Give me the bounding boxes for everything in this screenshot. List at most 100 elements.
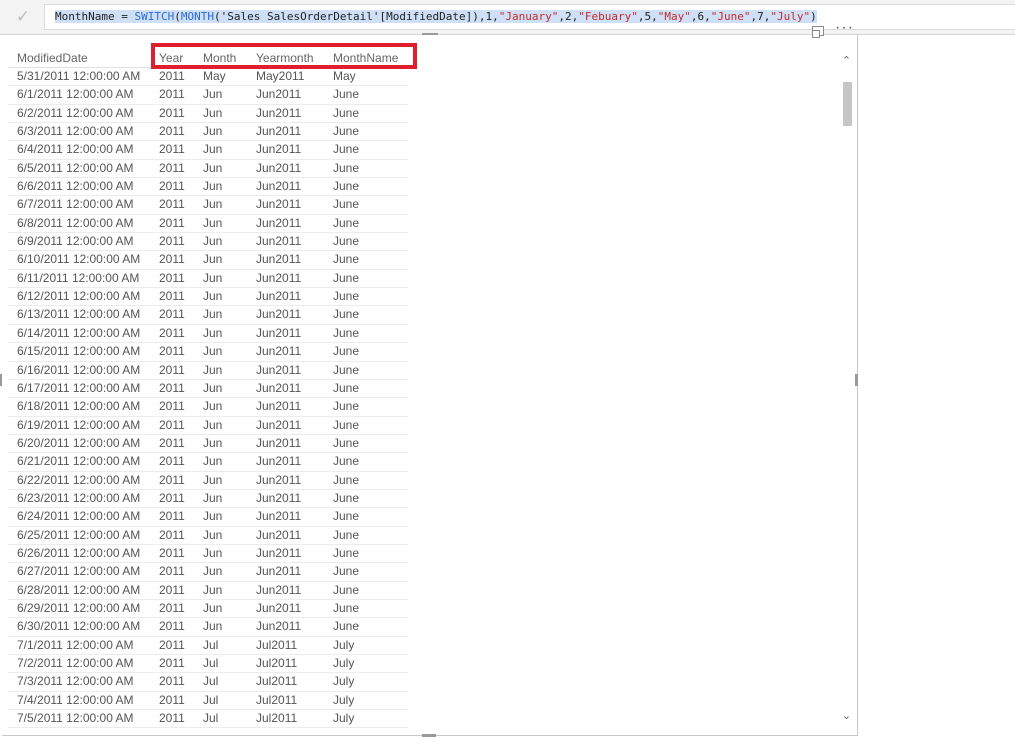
table-row[interactable]: 6/1/2011 12:00:00 AM 2011 Jun Jun2011 June: [8, 86, 408, 105]
table-row[interactable]: 6/19/2011 12:00:00 AM 2011 Jun Jun2011 June: [8, 417, 408, 435]
cell-modifieddate: 6/18/2011 12:00:00 AM: [17, 399, 141, 414]
formula-token: MonthName =: [55, 10, 135, 23]
cell-modifieddate: 6/22/2011 12:00:00 AM: [17, 472, 141, 487]
formula-selection: MonthName = SWITCH(MONTH('Sales SalesOrd…: [55, 10, 817, 23]
table-row[interactable]: 6/21/2011 12:00:00 AM 2011 Jun Jun2011 June: [8, 453, 408, 472]
cell-year: 2011: [159, 564, 185, 579]
table-row[interactable]: 6/22/2011 12:00:00 AM 2011 Jun Jun2011 June: [8, 472, 408, 490]
formula-token: ,6,: [690, 10, 711, 23]
table-row[interactable]: 6/27/2011 12:00:00 AM 2011 Jun Jun2011 June: [8, 563, 408, 582]
cell-modifieddate: 6/11/2011 12:00:00 AM: [17, 270, 140, 285]
cell-year: 2011: [159, 711, 185, 726]
table-row[interactable]: 6/12/2011 12:00:00 AM 2011 Jun Jun2011 June: [8, 288, 408, 307]
table-row[interactable]: 6/8/2011 12:00:00 AM 2011 Jun Jun2011 June: [8, 215, 408, 234]
cell-yearmonth: May2011: [256, 69, 305, 83]
table-row[interactable]: 6/25/2011 12:00:00 AM 2011 Jun Jun2011 June: [8, 527, 408, 545]
cell-monthname: June: [333, 417, 360, 432]
commit-formula-check-icon[interactable]: ✓: [8, 6, 38, 28]
table-row[interactable]: 6/23/2011 12:00:00 AM 2011 Jun Jun2011 June: [8, 490, 408, 509]
table-row[interactable]: 6/18/2011 12:00:00 AM 2011 Jun Jun2011 June: [8, 398, 408, 417]
cell-yearmonth: Jun2011: [256, 252, 302, 267]
vertical-scrollbar[interactable]: ⌃ ⌄: [839, 52, 854, 725]
table-row[interactable]: 6/29/2011 12:00:00 AM 2011 Jun Jun2011 June: [8, 600, 408, 619]
cell-year: 2011: [159, 215, 185, 230]
cell-monthname: June: [333, 325, 360, 340]
table-row[interactable]: 6/24/2011 12:00:00 AM 2011 Jun Jun2011 June: [8, 508, 408, 527]
cell-modifieddate: 6/12/2011 12:00:00 AM: [17, 289, 141, 304]
resize-handle-bottom[interactable]: [422, 734, 436, 737]
table-row[interactable]: 7/5/2011 12:00:00 AM 2011 Jul Jul2011 July: [8, 710, 408, 729]
formula-token: "May": [657, 10, 691, 23]
focus-mode-icon[interactable]: [812, 26, 824, 38]
table-row[interactable]: 6/6/2011 12:00:00 AM 2011 Jun Jun2011 June: [8, 178, 408, 197]
table-row[interactable]: 6/17/2011 12:00:00 AM 2011 Jun Jun2011 June: [8, 380, 408, 399]
table-row[interactable]: 6/15/2011 12:00:00 AM 2011 Jun Jun2011 June: [8, 343, 408, 362]
more-options-icon[interactable]: ···: [835, 20, 854, 36]
cell-modifieddate: 6/15/2011 12:00:00 AM: [17, 344, 141, 359]
cell-yearmonth: Jun2011: [256, 545, 302, 560]
resize-handle-left[interactable]: [0, 374, 2, 386]
table-row[interactable]: 5/31/2011 12:00:00 AM 2011 May May2011 May: [8, 68, 408, 87]
table-row[interactable]: 6/5/2011 12:00:00 AM 2011 Jun Jun2011 June: [8, 160, 408, 179]
table-row[interactable]: 6/7/2011 12:00:00 AM 2011 Jun Jun2011 June: [8, 196, 408, 215]
table-row[interactable]: 6/26/2011 12:00:00 AM 2011 Jun Jun2011 June: [8, 545, 408, 564]
table-row[interactable]: 6/30/2011 12:00:00 AM 2011 Jun Jun2011 June: [8, 618, 408, 637]
table-row[interactable]: 6/9/2011 12:00:00 AM 2011 Jun Jun2011 June: [8, 233, 408, 252]
resize-handle-top[interactable]: [422, 33, 438, 35]
cell-month: Jul: [203, 656, 219, 670]
header-yearmonth[interactable]: Yearmonth: [256, 49, 314, 68]
cell-modifieddate: 6/13/2011 12:00:00 AM: [17, 307, 141, 322]
table-row[interactable]: 6/3/2011 12:00:00 AM 2011 Jun Jun2011 June: [8, 123, 408, 142]
resize-handle-right[interactable]: [855, 374, 858, 386]
header-modifieddate[interactable]: ModifiedDate: [17, 49, 88, 68]
cell-year: 2011: [159, 454, 185, 469]
cell-monthname: June: [333, 490, 360, 505]
table-row[interactable]: 7/1/2011 12:00:00 AM 2011 Jul Jul2011 July: [8, 637, 408, 655]
cell-month: Jun: [203, 600, 223, 615]
cell-modifieddate: 6/7/2011 12:00:00 AM: [17, 197, 134, 212]
scroll-down-arrow-icon[interactable]: ⌄: [839, 707, 854, 725]
cell-month: Jun: [203, 380, 223, 395]
cell-monthname: June: [333, 289, 360, 304]
cell-year: 2011: [159, 582, 185, 597]
table-row[interactable]: 7/2/2011 12:00:00 AM 2011 Jul Jul2011 July: [8, 655, 408, 674]
cell-month: Jun: [203, 619, 223, 634]
cell-month: Jun: [203, 87, 223, 102]
formula-input[interactable]: MonthName = SWITCH(MONTH('Sales SalesOrd…: [44, 4, 1015, 30]
cell-yearmonth: Jun2011: [256, 142, 302, 157]
cell-monthname: July: [333, 692, 355, 707]
scroll-thumb[interactable]: [843, 82, 852, 126]
cell-yearmonth: Jun2011: [256, 215, 302, 230]
cell-year: 2011: [159, 545, 185, 560]
table-row[interactable]: 6/4/2011 12:00:00 AM 2011 Jun Jun2011 June: [8, 141, 408, 160]
table-row[interactable]: 6/14/2011 12:00:00 AM 2011 Jun Jun2011 June: [8, 325, 408, 344]
header-monthname[interactable]: MonthName: [333, 49, 398, 68]
formula-bar: ✓ MonthName = SWITCH(MONTH('Sales SalesO…: [0, 0, 1015, 35]
scroll-up-arrow-icon[interactable]: ⌃: [839, 52, 854, 70]
cell-modifieddate: 6/25/2011 12:00:00 AM: [17, 527, 141, 542]
cell-month: Jun: [203, 142, 223, 157]
cell-monthname: June: [333, 179, 360, 194]
cell-yearmonth: Jun2011: [256, 454, 302, 469]
formula-token: ): [810, 10, 817, 23]
table-row[interactable]: 6/10/2011 12:00:00 AM 2011 Jun Jun2011 June: [8, 251, 408, 270]
table-row[interactable]: 6/16/2011 12:00:00 AM 2011 Jun Jun2011 June: [8, 362, 408, 380]
table-row[interactable]: 6/13/2011 12:00:00 AM 2011 Jun Jun2011 June: [8, 306, 408, 325]
cell-month: Jun: [203, 582, 223, 597]
cell-monthname: June: [333, 600, 360, 615]
header-year[interactable]: Year: [159, 49, 183, 68]
table-row[interactable]: 6/11/2011 12:00:00 AM 2011 Jun Jun2011 June: [8, 270, 408, 289]
cell-yearmonth: Jul2011: [256, 711, 298, 726]
cell-yearmonth: Jun2011: [256, 600, 302, 615]
table-row[interactable]: 6/28/2011 12:00:00 AM 2011 Jun Jun2011 June: [8, 582, 408, 600]
table-row[interactable]: 6/20/2011 12:00:00 AM 2011 Jun Jun2011 June: [8, 435, 408, 454]
header-month[interactable]: Month: [203, 49, 236, 68]
table-row[interactable]: 7/4/2011 12:00:00 AM 2011 Jul Jul2011 July: [8, 692, 408, 711]
table-row[interactable]: 7/3/2011 12:00:00 AM 2011 Jul Jul2011 July: [8, 673, 408, 692]
table-row[interactable]: 6/2/2011 12:00:00 AM 2011 Jun Jun2011 June: [8, 105, 408, 124]
cell-modifieddate: 7/3/2011 12:00:00 AM: [17, 674, 134, 689]
cell-monthname: June: [333, 197, 360, 212]
cell-yearmonth: Jun2011: [256, 105, 302, 120]
cell-year: 2011: [159, 234, 185, 249]
formula-token: MONTH: [180, 10, 214, 23]
